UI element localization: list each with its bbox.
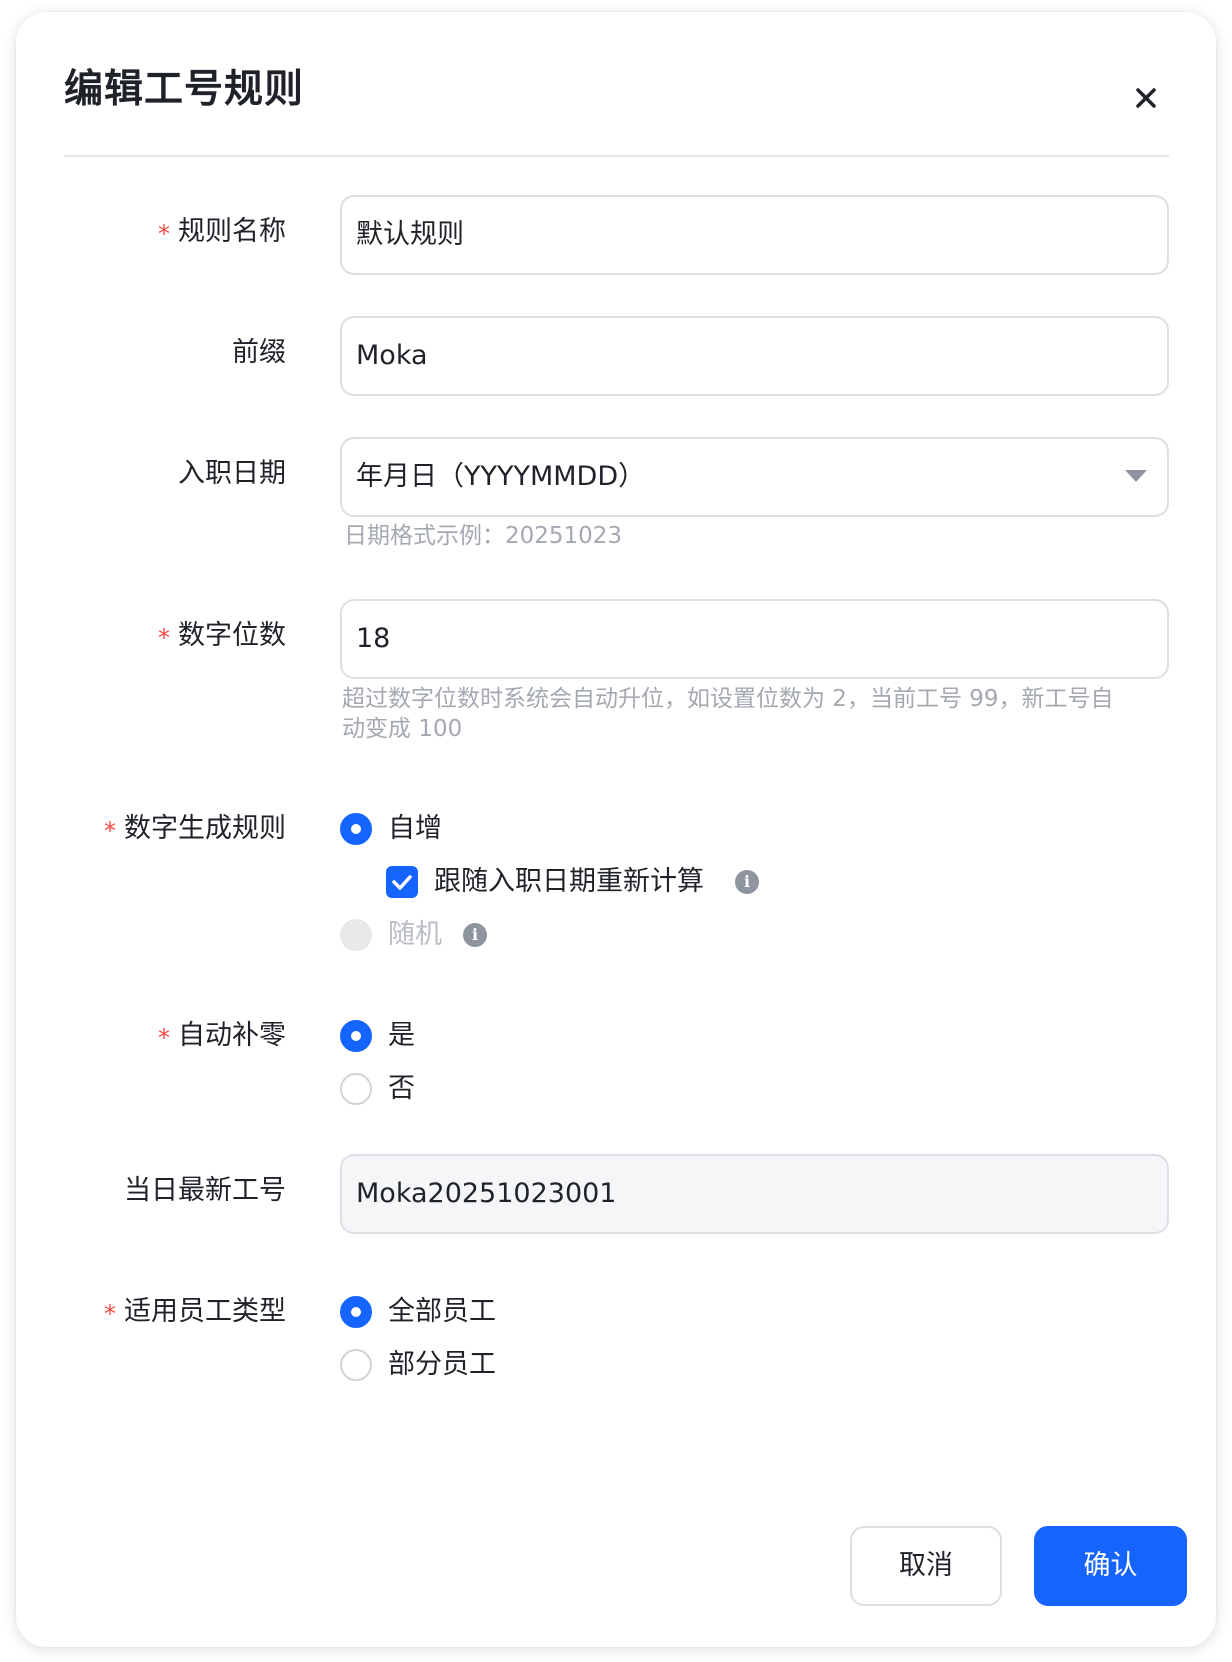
zero-pad-no-radio[interactable]	[340, 1073, 372, 1105]
rule-name-input[interactable]: 默认规则	[340, 195, 1169, 275]
rule-name-label: * 规则名称	[158, 216, 286, 248]
header-divider	[64, 155, 1169, 157]
digit-count-hint-line2: 动变成 100	[342, 716, 463, 742]
latest-id-label: 当日最新工号	[124, 1175, 286, 1206]
number-rule-label: * 数字生成规则	[104, 813, 286, 845]
info-icon[interactable]: i	[735, 870, 759, 894]
zero-pad-yes-label[interactable]: 是	[388, 1016, 415, 1056]
number-rule-random-label: 随机	[388, 919, 442, 950]
prefix-label: 前缀	[232, 337, 286, 368]
digit-count-hint-line1: 超过数字位数时系统会自动升位，如设置位数为 2，当前工号 99，新工号自	[342, 686, 1114, 712]
recalc-by-hire-date-label[interactable]: 跟随入职日期重新计算	[434, 862, 704, 902]
zero-pad-yes-radio[interactable]	[340, 1020, 372, 1052]
latest-id-field: Moka20251023001	[340, 1154, 1169, 1234]
close-icon[interactable]	[1122, 74, 1170, 122]
hire-date-label: 入职日期	[178, 458, 286, 489]
digit-count-input[interactable]: 18	[340, 599, 1169, 679]
required-mark: *	[158, 220, 170, 248]
confirm-button[interactable]: 确认	[1034, 1526, 1187, 1606]
number-rule-increment-label[interactable]: 自增	[388, 809, 442, 849]
info-icon[interactable]: i	[463, 923, 487, 947]
cancel-button[interactable]: 取消	[850, 1526, 1002, 1606]
employee-type-all-label[interactable]: 全部员工	[388, 1292, 496, 1332]
employee-type-label: * 适用员工类型	[104, 1296, 286, 1328]
edit-id-rule-dialog: 编辑工号规则 * 规则名称 默认规则 前缀 Moka 入职日期 年月日（YYYYM…	[16, 12, 1216, 1647]
recalc-by-hire-date-checkbox[interactable]	[386, 866, 418, 898]
number-rule-increment-radio[interactable]	[340, 813, 372, 845]
employee-type-partial-label[interactable]: 部分员工	[388, 1345, 496, 1385]
dialog-title: 编辑工号规则	[64, 67, 305, 112]
required-mark: *	[104, 817, 116, 845]
employee-type-all-radio[interactable]	[340, 1296, 372, 1328]
hire-date-hint: 日期格式示例：20251023	[344, 523, 623, 549]
zero-pad-no-label[interactable]: 否	[388, 1069, 415, 1109]
number-rule-random-radio	[340, 919, 372, 951]
dropdown-arrow-icon	[1125, 470, 1147, 482]
digit-count-label: * 数字位数	[158, 620, 286, 652]
employee-type-partial-radio[interactable]	[340, 1349, 372, 1381]
zero-pad-label: * 自动补零	[158, 1020, 286, 1052]
required-mark: *	[158, 1024, 170, 1052]
hire-date-select[interactable]: 年月日（YYYYMMDD）	[340, 437, 1169, 517]
prefix-input[interactable]: Moka	[340, 316, 1169, 396]
required-mark: *	[158, 624, 170, 652]
required-mark: *	[104, 1300, 116, 1328]
